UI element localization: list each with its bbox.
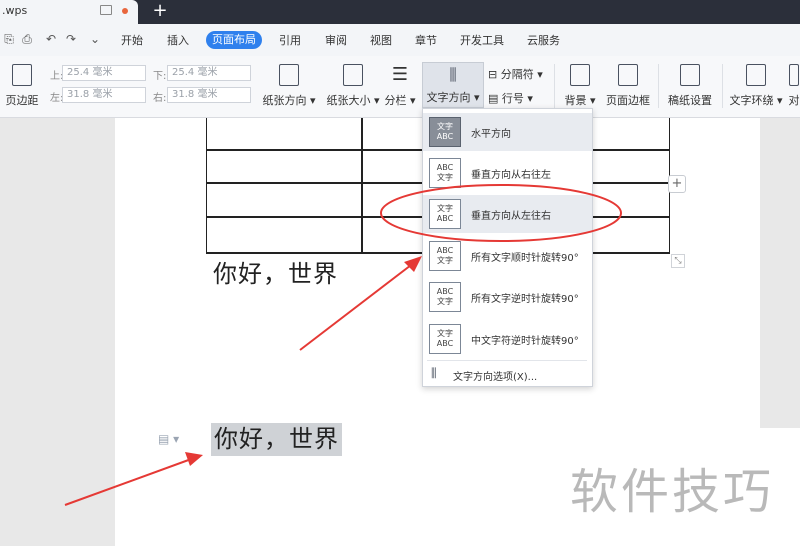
- ribbon-separator: [554, 64, 555, 108]
- tab-view[interactable]: 视图: [370, 32, 392, 50]
- margins-button[interactable]: 页边距: [0, 64, 44, 108]
- background-label: 背景: [564, 94, 587, 107]
- align-label: 对: [788, 94, 800, 107]
- separator-icon: ⊟: [488, 68, 498, 81]
- paper-settings-icon: [680, 64, 700, 86]
- paragraph-options-icon[interactable]: ▤ ▾: [158, 432, 179, 446]
- background-button[interactable]: 背景 ▾: [560, 64, 600, 108]
- text-wrap-icon: [746, 64, 766, 86]
- quick-access-dropdown-icon[interactable]: ⌄: [88, 32, 102, 46]
- paper-size-label: 纸张大小: [326, 94, 371, 107]
- orientation-icon: [279, 64, 299, 86]
- margins-icon: [12, 64, 32, 86]
- dropdown-divider: [427, 360, 587, 361]
- watermark-text: 软件技巧: [570, 464, 775, 520]
- direction-option-cjk-rotate-ccw[interactable]: 文字 ABC 中文字符逆时针旋转90°: [423, 320, 592, 358]
- table-column-line: [361, 118, 363, 254]
- table-resize-handle[interactable]: ⤡: [671, 254, 685, 268]
- bottom-margin-label: 下:: [153, 71, 167, 82]
- tab-insert[interactable]: 插入: [167, 32, 189, 50]
- option-label: 所有文字顺时针旋转90°: [471, 253, 579, 264]
- separator-label: 分隔符: [500, 68, 534, 81]
- separator-button[interactable]: ⊟ 分隔符 ▾: [488, 66, 552, 82]
- document-tab[interactable]: .wps: [0, 0, 138, 24]
- redo-icon[interactable]: ↷: [64, 32, 78, 46]
- text-direction-button[interactable]: ⫼ 文字方向 ▾: [422, 62, 484, 108]
- page-border-button[interactable]: 页面边框: [602, 64, 654, 108]
- columns-label: 分栏: [384, 94, 407, 107]
- text-direction-options[interactable]: ⫼ 文字方向选项(X)...: [423, 362, 592, 386]
- tab-page-layout[interactable]: 页面布局: [206, 31, 262, 49]
- ribbon-separator: [658, 64, 659, 108]
- direction-option-vertical-ltr[interactable]: 文字 ABC 垂直方向从左往右: [423, 195, 592, 233]
- paper-size-icon: [343, 64, 363, 86]
- direction-option-vertical-rtl[interactable]: ABC 文字 垂直方向从右往左: [423, 154, 592, 192]
- tab-start[interactable]: 开始: [121, 32, 143, 50]
- text-direction-icon: ⫼: [449, 65, 457, 84]
- table-add-column-button[interactable]: +: [668, 175, 686, 193]
- option-label: 所有文字逆时针旋转90°: [471, 294, 579, 305]
- option-label: 垂直方向从右往左: [471, 170, 551, 181]
- orientation-label: 纸张方向: [262, 94, 307, 107]
- bottom-margin-field[interactable]: 25.4 毫米: [167, 65, 251, 81]
- direction-option-rotate-ccw[interactable]: ABC 文字 所有文字逆时针旋转90°: [423, 278, 592, 316]
- tab-review[interactable]: 审阅: [325, 32, 347, 50]
- option-label: 文字方向选项(X)...: [453, 372, 538, 383]
- menu-bar: ⎘ ⎙ ↶ ↷ ⌄ 开始 插入 页面布局 引用 审阅 视图 章节 开发工具 云服…: [0, 24, 800, 56]
- orientation-button[interactable]: 纸张方向 ▾: [258, 64, 320, 108]
- margins-label: 页边距: [5, 94, 39, 107]
- columns-icon: ☰: [391, 64, 409, 85]
- line-number-icon: ▤: [488, 92, 499, 105]
- vertical-rtl-icon: ABC 文字: [429, 158, 461, 188]
- tab-references[interactable]: 引用: [279, 32, 301, 50]
- text-direction-label: 文字方向: [426, 91, 471, 104]
- tab-developer[interactable]: 开发工具: [460, 32, 504, 50]
- left-margin-field[interactable]: 31.8 毫米: [62, 87, 146, 103]
- cjk-rotate-ccw-icon: 文字 ABC: [429, 324, 461, 354]
- horizontal-text-icon: 文字 ABC: [429, 117, 461, 147]
- hello-text[interactable]: 你好，世界: [213, 254, 338, 289]
- selected-hello-text[interactable]: 你好，世界: [211, 423, 342, 456]
- text-direction-options-icon: ⫼: [431, 366, 437, 380]
- top-margin-field[interactable]: 25.4 毫米: [62, 65, 146, 81]
- option-label: 水平方向: [471, 129, 511, 140]
- new-tab-button[interactable]: +: [150, 0, 170, 24]
- paper-settings-button[interactable]: 稿纸设置: [664, 64, 716, 108]
- title-bar: .wps +: [0, 0, 800, 24]
- paper-settings-label: 稿纸设置: [668, 94, 712, 107]
- right-margin-label: 右:: [153, 93, 167, 104]
- ribbon-separator: [722, 64, 723, 108]
- page-border-label: 页面边框: [606, 94, 650, 107]
- align-button[interactable]: 对: [788, 64, 800, 108]
- document-tab-name: .wps: [2, 4, 28, 17]
- direction-option-horizontal[interactable]: 文字 ABC 水平方向: [423, 113, 592, 151]
- rotate-ccw-icon: ABC 文字: [429, 282, 461, 312]
- right-margin-field[interactable]: 31.8 毫米: [167, 87, 251, 103]
- page-border-icon: [618, 64, 638, 86]
- rotate-cw-icon: ABC 文字: [429, 241, 461, 271]
- columns-button[interactable]: ☰ 分栏 ▾: [382, 64, 418, 108]
- option-label: 中文字符逆时针旋转90°: [471, 336, 579, 347]
- line-number-label: 行号: [501, 92, 524, 105]
- undo-icon[interactable]: ↶: [44, 32, 58, 46]
- align-icon: [789, 64, 799, 86]
- unsaved-dot-icon[interactable]: [122, 8, 128, 14]
- text-wrap-label: 文字环绕: [729, 94, 774, 107]
- tab-chapter[interactable]: 章节: [415, 32, 437, 50]
- ribbon: 页边距 上: 25.4 毫米 下: 25.4 毫米 左: 31.8 毫米 右: …: [0, 56, 800, 118]
- tab-cloud[interactable]: 云服务: [527, 32, 560, 50]
- paper-size-button[interactable]: 纸张大小 ▾: [322, 64, 384, 108]
- text-direction-dropdown: 文字 ABC 水平方向 ABC 文字 垂直方向从右往左 文字 ABC 垂直方向从左往右…: [422, 108, 593, 387]
- line-number-button[interactable]: ▤ 行号 ▾: [488, 90, 552, 106]
- direction-option-rotate-cw[interactable]: ABC 文字 所有文字顺时针旋转90°: [423, 237, 592, 275]
- text-wrap-button[interactable]: 文字环绕 ▾: [726, 64, 786, 108]
- background-icon: [570, 64, 590, 86]
- vertical-ltr-icon: 文字 ABC: [429, 199, 461, 229]
- preview-icon[interactable]: ⎘: [2, 32, 16, 46]
- print-icon[interactable]: ⎙: [20, 32, 34, 46]
- option-label: 垂直方向从左往右: [471, 211, 551, 222]
- monitor-icon[interactable]: [100, 5, 112, 15]
